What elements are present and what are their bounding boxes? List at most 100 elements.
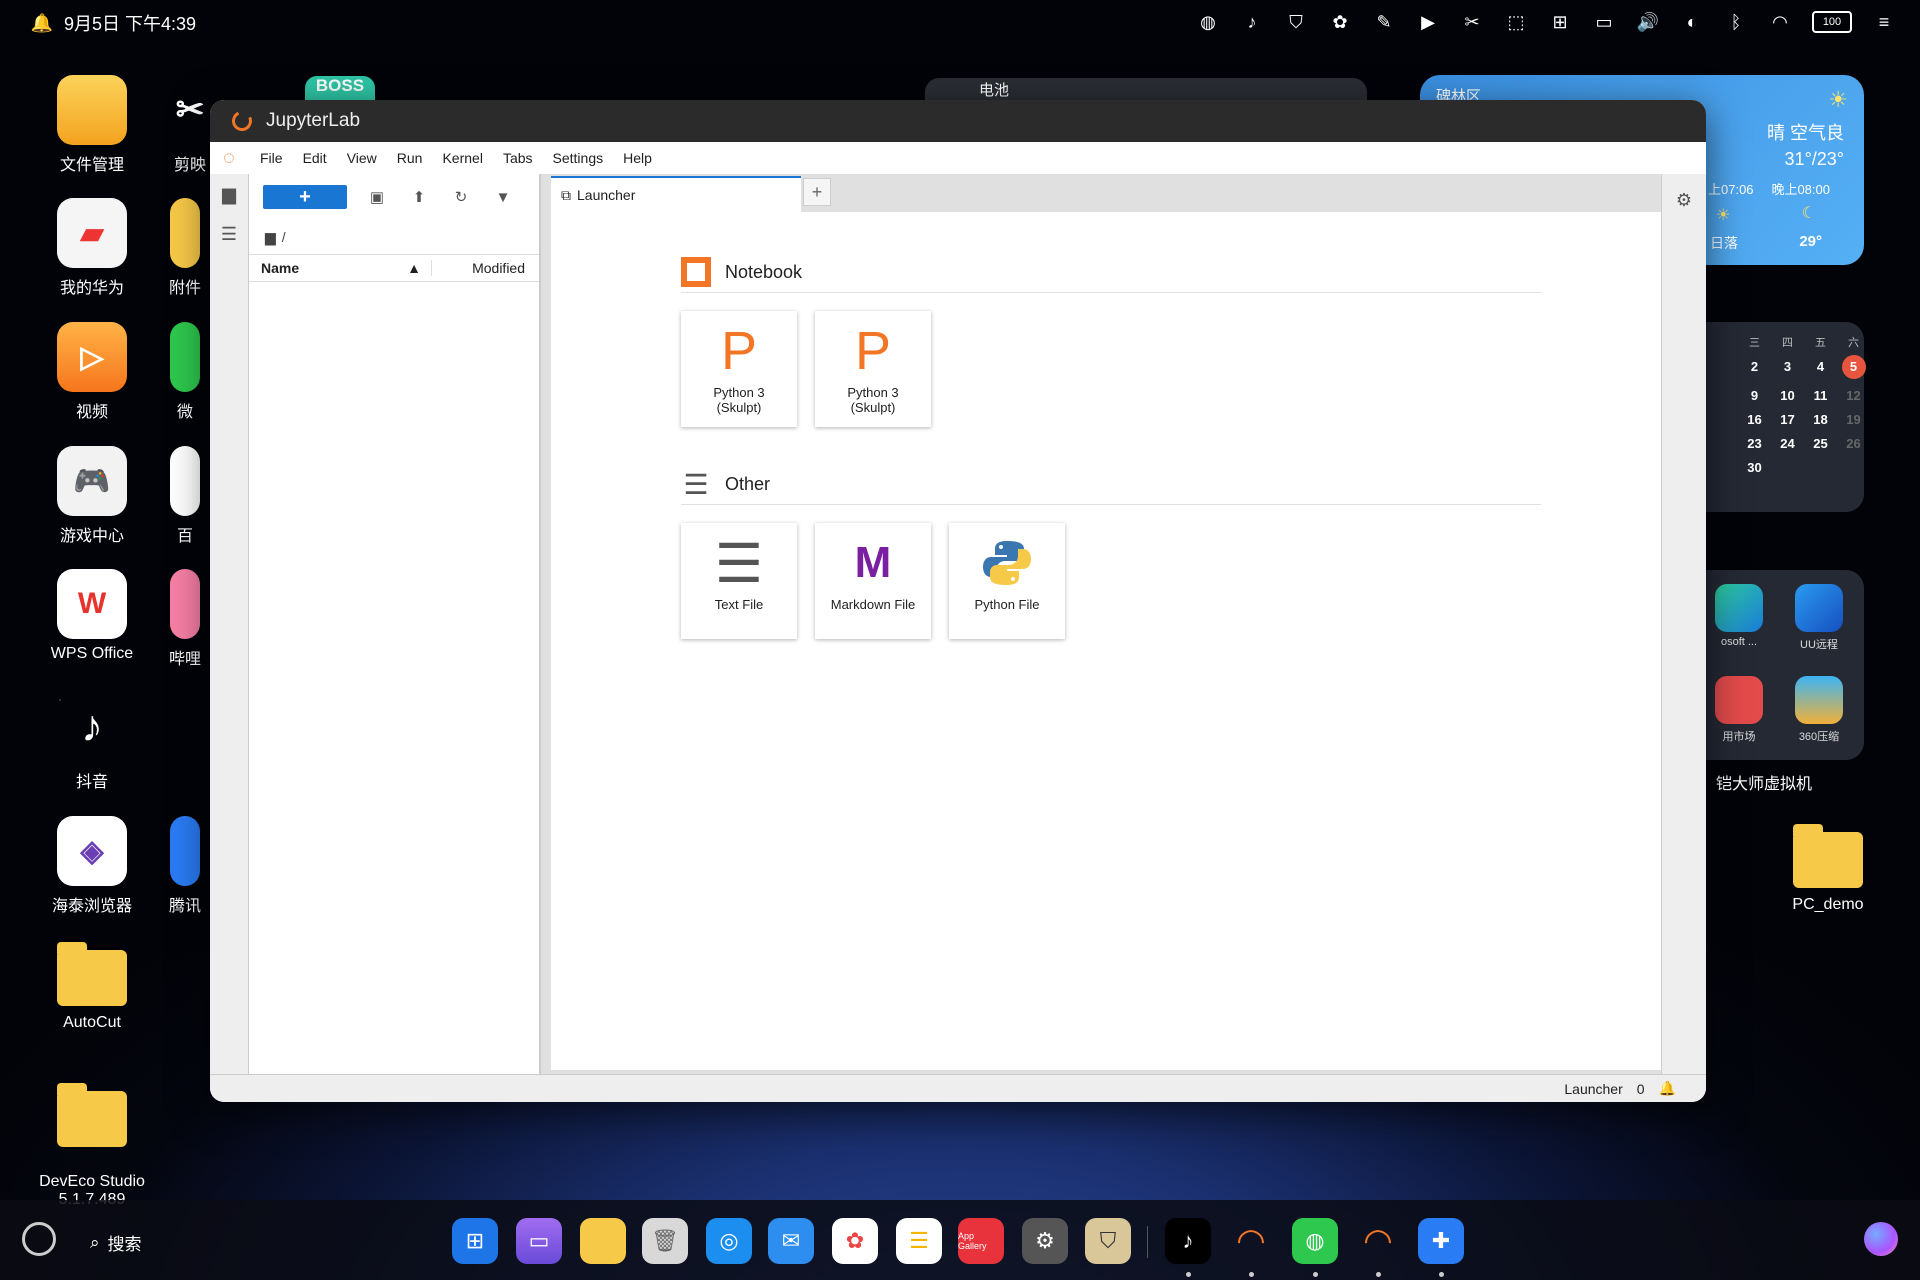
menu-kernel[interactable]: Kernel <box>432 150 492 166</box>
browser-icon[interactable]: ◎ <box>706 1218 752 1264</box>
menu-file[interactable]: File <box>250 150 293 166</box>
screenshot-icon[interactable]: ✂ <box>1460 10 1484 34</box>
control-center-icon[interactable]: ≡ <box>1872 10 1896 34</box>
folder-icon[interactable]: ▆ <box>265 229 276 246</box>
trash-icon[interactable]: 🗑 <box>642 1218 688 1264</box>
launcher-card-markdown-file[interactable]: M Markdown File <box>815 523 931 639</box>
wechat-icon[interactable]: ◍ <box>1292 1218 1338 1264</box>
desktop-icon-label: 哔哩 <box>168 651 201 668</box>
app-market[interactable]: 用市场 <box>1704 676 1774 744</box>
wechat-icon[interactable]: ◍ <box>1196 10 1220 34</box>
mail-icon[interactable]: ✉ <box>768 1218 814 1264</box>
photos-icon[interactable]: ✿ <box>832 1218 878 1264</box>
tab-launcher[interactable]: ⧉ Launcher <box>551 176 801 212</box>
jupyter-icon[interactable]: ◠ <box>1355 1218 1401 1264</box>
battery-icon[interactable]: 100 <box>1812 11 1852 33</box>
bluetooth-icon[interactable]: ᛒ <box>1724 10 1748 34</box>
window-titlebar[interactable]: JupyterLab <box>210 100 1706 142</box>
desktop-icon-video[interactable]: ▷ 视频 <box>37 322 147 422</box>
desktop-icon-wechat[interactable]: 微 <box>160 322 210 422</box>
shield-icon[interactable]: ⛉ <box>1284 10 1308 34</box>
desktop-icon-pc-demo[interactable]: PC_demo <box>1773 822 1883 914</box>
home-button[interactable] <box>22 1222 56 1256</box>
refresh-icon[interactable]: ↻ <box>449 185 473 209</box>
status-mode: Launcher <box>1564 1080 1623 1097</box>
filter-icon[interactable]: ▼ <box>491 185 515 209</box>
desktop-icon-my-huawei[interactable]: ▰ 我的华为 <box>37 198 147 298</box>
multiwindow-icon[interactable]: ▭ <box>516 1218 562 1264</box>
app-gallery-icon[interactable]: App Gallery <box>958 1218 1004 1264</box>
table-of-contents-tab-icon[interactable]: ☰ <box>210 214 248 254</box>
camera-icon[interactable]: ▶ <box>1416 10 1440 34</box>
volume-icon[interactable]: 🔊 <box>1636 10 1660 34</box>
column-modified[interactable]: Modified <box>432 260 539 276</box>
notification-bell-icon[interactable]: 🔔 <box>1659 1080 1676 1097</box>
app-edge[interactable]: osoft ... <box>1704 584 1774 648</box>
other-icon: ☰ <box>683 468 709 500</box>
desktop-icon-wps[interactable]: W WPS Office <box>37 569 147 663</box>
notes-icon[interactable]: ✎ <box>1372 10 1396 34</box>
sun-icon: ☀ <box>1828 87 1848 112</box>
desktop-icon-file-manager[interactable]: 文件管理 <box>37 75 147 175</box>
shield-app-icon[interactable]: ⛉ <box>1085 1218 1131 1264</box>
new-launcher-button[interactable]: + <box>263 185 347 209</box>
cal-header: 六 <box>1848 337 1859 349</box>
new-folder-icon[interactable]: ▣ <box>365 185 389 209</box>
desktop-icon-autocut[interactable]: AutoCut <box>37 940 147 1032</box>
app-folder-widget[interactable]: osoft ... UU远程 用市场 360压缩 <box>1690 570 1864 760</box>
breadcrumb-path[interactable]: / <box>282 229 286 245</box>
menu-help[interactable]: Help <box>613 150 662 166</box>
desktop-icon-baidu[interactable]: 百 <box>160 446 210 546</box>
screen-capture-icon[interactable]: ⬚ <box>1504 10 1528 34</box>
launcher-card-python-file[interactable]: Python File <box>949 523 1065 639</box>
app-label: 用市场 <box>1722 731 1756 743</box>
app-360zip[interactable]: 360压缩 <box>1784 676 1854 744</box>
section-title: Other <box>725 473 771 494</box>
app-uu[interactable]: UU远程 <box>1784 584 1854 652</box>
column-name[interactable]: Name ▲ <box>249 260 432 276</box>
collab-icon[interactable]: ⊞ <box>1548 10 1572 34</box>
boss-widget[interactable]: BOSS <box>305 76 375 100</box>
notes-icon[interactable]: ☰ <box>896 1218 942 1264</box>
desktop-icon-bilibili[interactable]: 哔哩 <box>160 569 210 669</box>
jupyter-icon[interactable]: ◠ <box>1228 1218 1274 1264</box>
menu-edit[interactable]: Edit <box>293 150 337 166</box>
desktop-icon-game-center[interactable]: 🎮 游戏中心 <box>37 446 147 546</box>
jupyter-logo-icon <box>229 108 255 134</box>
new-tab-button[interactable]: + <box>803 178 831 206</box>
property-inspector-gears-icon[interactable]: ⚙ <box>1662 180 1706 220</box>
browser-icon: ◈ <box>57 816 127 886</box>
desktop-icon-browser[interactable]: ◈ 海泰浏览器 <box>37 816 147 916</box>
desktop-icon-tencent[interactable]: 腾讯 <box>160 816 210 916</box>
app-label: UU远程 <box>1800 639 1838 651</box>
puzzle-icon[interactable]: ✚ <box>1418 1218 1464 1264</box>
search-button[interactable]: ⌕ 搜索 <box>90 1230 142 1255</box>
menu-view[interactable]: View <box>337 150 387 166</box>
menu-tabs[interactable]: Tabs <box>493 150 543 166</box>
files-icon[interactable] <box>580 1218 626 1264</box>
file-browser-tab-icon[interactable]: ▆ <box>210 174 248 214</box>
douyin-icon[interactable]: ♪ <box>1165 1218 1211 1264</box>
notification-bell-icon[interactable]: 🔔 <box>30 11 54 35</box>
wifi-icon[interactable]: ◠ <box>1768 10 1792 34</box>
launcher-card-text-file[interactable]: ☰ Text File <box>681 523 797 639</box>
projection-icon[interactable]: ▭ <box>1592 10 1616 34</box>
calendar-widget[interactable]: 三 四 五 六 2 3 4 5 9 10 11 12 16 17 18 19 2… <box>1690 322 1866 512</box>
nfc-icon[interactable]: ◐ <box>1680 10 1704 34</box>
upload-icon[interactable]: ⬆ <box>407 185 431 209</box>
jupyterlab-window[interactable]: JupyterLab ◌ File Edit View Run Kernel T… <box>210 100 1706 1102</box>
desktop-icon-douyin[interactable]: ♪ 抖音 <box>37 692 147 792</box>
assistant-icon[interactable] <box>1864 1222 1898 1256</box>
launcher-card-python3-skulpt[interactable]: P Python 3 (Skulpt) <box>815 311 931 427</box>
menu-run[interactable]: Run <box>387 150 433 166</box>
launcher-card-python3-skulpt[interactable]: P Python 3 (Skulpt) <box>681 311 797 427</box>
search-label: 搜索 <box>107 1235 142 1254</box>
app-launcher-icon[interactable]: ⊞ <box>452 1218 498 1264</box>
douyin-icon[interactable]: ♪ <box>1240 10 1264 34</box>
menu-settings[interactable]: Settings <box>543 150 614 166</box>
gallery-icon[interactable]: ✿ <box>1328 10 1352 34</box>
moon-icon: ☾ <box>1801 205 1816 222</box>
desktop-icon-attachment[interactable]: 附件 <box>160 198 210 298</box>
cal-day: 9 <box>1750 388 1759 403</box>
settings-icon[interactable]: ⚙ <box>1022 1218 1068 1264</box>
